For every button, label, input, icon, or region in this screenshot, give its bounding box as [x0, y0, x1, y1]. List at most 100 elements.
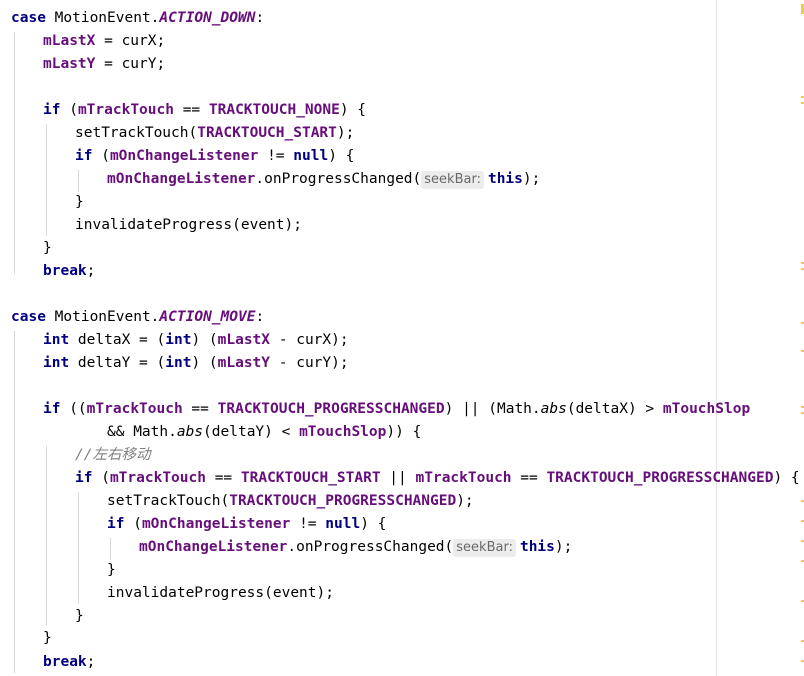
field: mLastX	[217, 332, 271, 348]
keyword: int	[43, 332, 70, 348]
constant: TRACKTOUCH_START	[197, 125, 337, 141]
code-text: ) {	[339, 102, 367, 118]
code-text: );	[336, 125, 355, 141]
code-text: .onProgressChanged(	[287, 539, 454, 555]
code-line: mLastY = curY;	[43, 53, 165, 76]
code-line: if (mOnChangeListener != null) {	[107, 513, 386, 536]
code-text: deltaY = (	[69, 355, 166, 371]
code-text: (deltaY) <	[203, 424, 300, 440]
code-text: setTrackTouch(	[75, 125, 198, 141]
indent-guide	[78, 170, 79, 192]
code-text: ) (	[191, 355, 218, 371]
brace: }	[107, 562, 116, 578]
constant: TRACKTOUCH_START	[240, 470, 381, 486]
field: mTrackTouch	[109, 470, 206, 486]
code-text: .onProgressChanged(	[255, 171, 422, 187]
code-text: ) {	[773, 470, 800, 486]
keyword: int	[43, 355, 70, 371]
keyword: if	[107, 516, 125, 532]
code-text: MotionEvent.	[45, 10, 160, 26]
code-text: - curX);	[270, 332, 349, 348]
code-text: (	[124, 516, 142, 532]
keyword: this	[487, 171, 523, 187]
code-line: }	[43, 627, 52, 650]
indent-guide	[78, 492, 79, 604]
field: mTrackTouch	[86, 401, 183, 417]
constant: TRACKTOUCH_NONE	[208, 102, 340, 118]
field: mOnChangeListener	[139, 539, 288, 555]
code-comment: //左右移动	[75, 447, 151, 463]
right-margin-guide	[716, 0, 717, 676]
code-line: int deltaY = (int) (mLastY - curY);	[43, 352, 349, 375]
parameter-hint: seekBar:	[421, 171, 484, 189]
keyword: null	[293, 148, 329, 164]
keyword: int	[165, 332, 192, 348]
keyword: case	[11, 309, 46, 325]
indent-guide	[14, 331, 15, 673]
brace: }	[43, 630, 52, 646]
code-text: (	[92, 148, 110, 164]
field: mTouchSlop	[299, 424, 387, 440]
code-text: ==	[205, 470, 241, 486]
code-text: ) || (Math.	[444, 401, 541, 417]
field: mTrackTouch	[77, 102, 174, 118]
code-line: case MotionEvent.ACTION_DOWN:	[11, 7, 264, 30]
keyword: if	[75, 470, 93, 486]
static-method: abs	[540, 401, 567, 417]
code-text: ==	[173, 102, 209, 118]
constant: TRACKTOUCH_PROGRESSCHANGED	[217, 401, 445, 417]
code-text: ;	[86, 263, 96, 279]
code-line: invalidateProgress(event);	[75, 214, 302, 237]
code-text: );	[456, 493, 474, 509]
code-line: }	[75, 605, 84, 628]
code-text: (deltaX) >	[566, 401, 663, 417]
code-text: !=	[258, 148, 294, 164]
code-text: :	[255, 10, 265, 26]
indent-guide	[14, 32, 15, 274]
code-line: invalidateProgress(event);	[107, 582, 334, 605]
indent-guide	[46, 446, 47, 626]
constant: TRACKTOUCH_PROGRESSCHANGED	[229, 493, 457, 509]
field: mLastY	[217, 355, 271, 371]
code-line: int deltaX = (int) (mLastX - curX);	[43, 329, 349, 352]
code-line: if ((mTrackTouch == TRACKTOUCH_PROGRESSC…	[43, 398, 750, 421]
code-text: ||	[380, 470, 416, 486]
keyword: break	[43, 263, 87, 279]
keyword: this	[519, 539, 555, 555]
brace: }	[75, 194, 84, 210]
code-line: }	[43, 237, 52, 260]
code-text: deltaX = (	[69, 332, 166, 348]
code-line: mLastX = curX;	[43, 30, 165, 53]
parameter-hint: seekBar:	[453, 539, 516, 557]
code-line: mOnChangeListener.onProgressChanged(seek…	[107, 168, 540, 191]
field: mLastX	[43, 33, 96, 49]
code-text: !=	[290, 516, 326, 532]
field: mOnChangeListener	[107, 171, 256, 187]
code-line: case MotionEvent.ACTION_MOVE:	[11, 306, 264, 329]
code-text: ) {	[328, 148, 355, 164]
code-text: - curY);	[270, 355, 349, 371]
keyword: if	[43, 102, 61, 118]
code-text: ((	[60, 401, 87, 417]
code-text: ;	[86, 654, 96, 670]
code-text: MotionEvent.	[45, 309, 160, 325]
code-line: break;	[43, 260, 95, 283]
code-text: ==	[182, 401, 218, 417]
code-line: if (mOnChangeListener != null) {	[75, 145, 354, 168]
code-text: ) {	[360, 516, 387, 532]
code-text: );	[554, 539, 573, 555]
keyword: int	[165, 355, 192, 371]
code-line: mOnChangeListener.onProgressChanged(seek…	[139, 536, 572, 559]
constant: ACTION_MOVE	[159, 309, 256, 325]
code-line: if (mTrackTouch == TRACKTOUCH_NONE) {	[43, 99, 366, 122]
code-editor[interactable]: case MotionEvent.ACTION_DOWN: mLastX = c…	[0, 0, 804, 676]
code-line: }	[107, 559, 116, 582]
code-text: invalidateProgress(event);	[75, 217, 302, 233]
keyword: null	[325, 516, 361, 532]
code-text: :	[255, 309, 265, 325]
brace: }	[75, 608, 84, 624]
code-text: );	[522, 171, 541, 187]
code-line: && Math.abs(deltaY) < mTouchSlop)) {	[107, 421, 421, 444]
keyword: break	[43, 654, 87, 670]
code-line: break;	[43, 651, 95, 674]
